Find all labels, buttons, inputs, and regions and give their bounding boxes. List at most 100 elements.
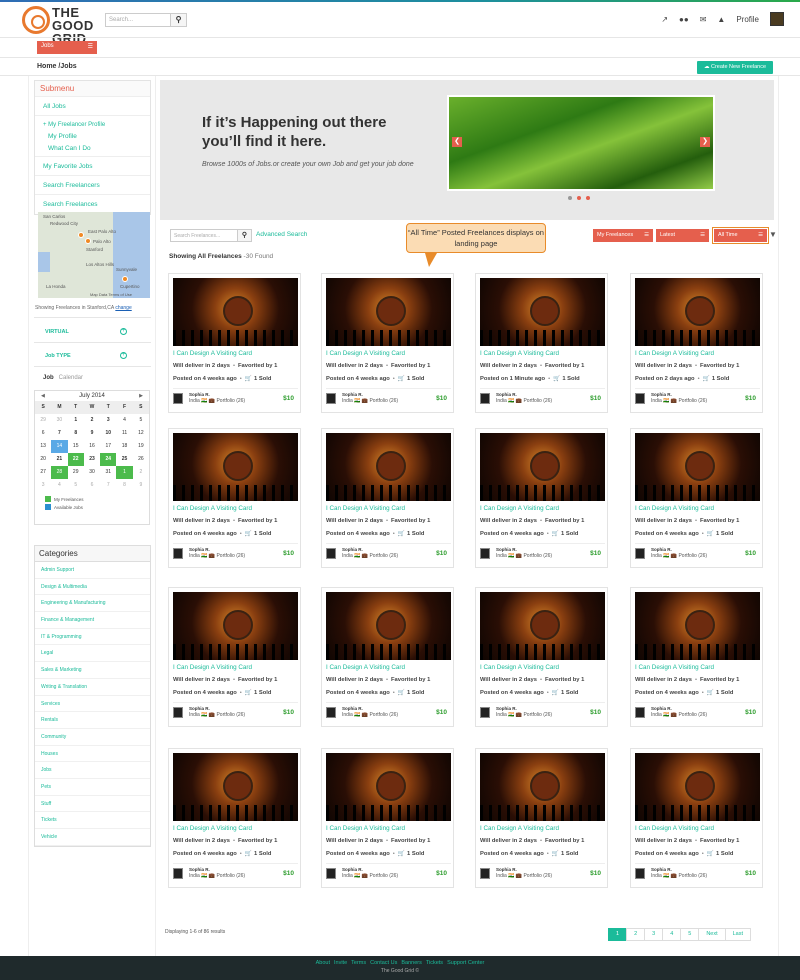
next-month-icon[interactable]: ▶ bbox=[139, 393, 143, 399]
seller-name[interactable]: Sophia R. bbox=[496, 867, 517, 872]
prev-month-icon[interactable]: ◀ bbox=[41, 393, 45, 399]
map-pin-icon[interactable] bbox=[78, 232, 84, 238]
slider-dot[interactable] bbox=[568, 196, 572, 200]
category-item[interactable]: Services bbox=[35, 696, 150, 713]
seller-avatar[interactable] bbox=[326, 868, 336, 879]
calendar-day[interactable]: 12 bbox=[133, 427, 149, 440]
calendar-day[interactable]: 5 bbox=[133, 414, 149, 427]
card-image[interactable] bbox=[326, 753, 451, 821]
category-item[interactable]: Design & Multimedia bbox=[35, 579, 150, 596]
card-image[interactable] bbox=[635, 278, 760, 346]
header-search[interactable]: Search... ⚲ bbox=[105, 13, 187, 27]
sidebar-item-search-freelancers[interactable]: Search Freelancers bbox=[35, 176, 150, 195]
seller-avatar[interactable] bbox=[326, 548, 336, 559]
slider-dot[interactable] bbox=[586, 196, 590, 200]
search-icon[interactable]: ⚲ bbox=[237, 230, 251, 241]
card-image[interactable] bbox=[173, 753, 298, 821]
footer-link[interactable]: Support Center bbox=[447, 960, 484, 966]
calendar-day[interactable]: 29 bbox=[68, 466, 84, 479]
category-item[interactable]: Legal bbox=[35, 645, 150, 663]
calendar-day[interactable]: 7 bbox=[51, 427, 67, 440]
calendar-day[interactable]: 3 bbox=[100, 414, 116, 427]
seller-name[interactable]: Sophia R. bbox=[651, 867, 672, 872]
calendar-day[interactable]: 15 bbox=[68, 440, 84, 453]
card-image[interactable] bbox=[326, 592, 451, 660]
page-button[interactable]: Next bbox=[698, 928, 726, 941]
card-image[interactable] bbox=[635, 592, 760, 660]
calendar-day[interactable]: 14 bbox=[51, 440, 68, 453]
job-calendar-toggle[interactable]: Job Calendar bbox=[43, 375, 83, 381]
freelance-card[interactable]: I Can Design A Visiting Card Will deliver… bbox=[168, 273, 301, 413]
calendar-day[interactable]: 18 bbox=[116, 440, 132, 453]
card-title[interactable]: I Can Design A Visiting Card bbox=[326, 664, 405, 671]
category-item[interactable]: Finance & Management bbox=[35, 612, 150, 629]
card-title[interactable]: I Can Design A Visiting Card bbox=[326, 825, 405, 832]
category-item[interactable]: Houses bbox=[35, 746, 150, 763]
card-title[interactable]: I Can Design A Visiting Card bbox=[480, 505, 559, 512]
jobs-menu-button[interactable]: Jobs ☰ bbox=[37, 41, 97, 54]
calendar-day[interactable]: 26 bbox=[133, 453, 149, 466]
category-item[interactable]: Pets bbox=[35, 779, 150, 796]
calendar-day[interactable]: 8 bbox=[68, 427, 84, 440]
sidebar-item-all-jobs[interactable]: All Jobs bbox=[35, 97, 150, 116]
seller-name[interactable]: Sophia R. bbox=[342, 867, 363, 872]
footer-link[interactable]: About bbox=[316, 960, 330, 966]
card-image[interactable] bbox=[173, 433, 298, 501]
calendar-day[interactable]: 10 bbox=[100, 427, 116, 440]
card-image[interactable] bbox=[635, 753, 760, 821]
seller-name[interactable]: Sophia R. bbox=[496, 392, 517, 397]
job-toggle[interactable]: Job bbox=[43, 375, 54, 381]
page-button[interactable]: Last bbox=[724, 928, 752, 941]
seller-avatar[interactable] bbox=[480, 707, 490, 718]
logo[interactable]: THE GOOD GRID bbox=[22, 6, 97, 45]
freelance-card[interactable]: I Can Design A Visiting Card Will deliver… bbox=[168, 587, 301, 727]
calendar-day[interactable]: 3 bbox=[35, 479, 51, 492]
page-button[interactable]: 3 bbox=[644, 928, 664, 941]
freelance-card[interactable]: I Can Design A Visiting Card Will deliver… bbox=[630, 587, 763, 727]
calendar-day[interactable]: 2 bbox=[133, 466, 149, 479]
my-freelances-dropdown[interactable]: My Freelances ☰ bbox=[593, 229, 653, 242]
seller-avatar[interactable] bbox=[480, 393, 490, 404]
seller-name[interactable]: Sophia R. bbox=[342, 392, 363, 397]
seller-avatar[interactable] bbox=[635, 548, 645, 559]
freelance-search[interactable]: Search Freelances... ⚲ bbox=[170, 229, 252, 242]
freelance-card[interactable]: I Can Design A Visiting Card Will deliver… bbox=[168, 748, 301, 888]
card-image[interactable] bbox=[173, 278, 298, 346]
sidebar-item-freelancer-profile[interactable]: + My Freelancer Profile bbox=[35, 116, 150, 131]
calendar-day[interactable]: 4 bbox=[51, 479, 67, 492]
category-item[interactable]: Engineering & Manufacturing bbox=[35, 595, 150, 613]
map-pin-icon[interactable] bbox=[122, 276, 128, 282]
seller-avatar[interactable] bbox=[635, 707, 645, 718]
slider-dot-active[interactable] bbox=[577, 196, 581, 200]
card-title[interactable]: I Can Design A Visiting Card bbox=[635, 505, 714, 512]
seller-name[interactable]: Sophia R. bbox=[342, 547, 363, 552]
sidebar-item-my-profile[interactable]: My Profile bbox=[35, 131, 150, 143]
calendar-day[interactable]: 4 bbox=[116, 414, 132, 427]
calendar-day[interactable]: 9 bbox=[133, 479, 149, 492]
card-title[interactable]: I Can Design A Visiting Card bbox=[173, 664, 252, 671]
sidebar-item-favorite-jobs[interactable]: My Favorite Jobs bbox=[35, 157, 150, 176]
map-pin-icon[interactable] bbox=[85, 238, 91, 244]
freelance-card[interactable]: I Can Design A Visiting Card Will deliver… bbox=[630, 273, 763, 413]
footer-link[interactable]: Terms bbox=[351, 960, 366, 966]
breadcrumb[interactable]: Home /Jobs bbox=[37, 63, 77, 70]
calendar-day[interactable]: 6 bbox=[35, 427, 51, 440]
calendar-day[interactable]: 16 bbox=[84, 440, 100, 453]
time-filter-dropdown[interactable]: All Time ☰ bbox=[712, 227, 769, 244]
avatar[interactable] bbox=[770, 12, 784, 26]
seller-avatar[interactable] bbox=[173, 868, 183, 879]
calendar-day[interactable]: 27 bbox=[35, 466, 51, 479]
calendar-day[interactable]: 29 bbox=[35, 414, 51, 427]
calendar-day[interactable]: 24 bbox=[100, 453, 117, 466]
footer-link[interactable]: Tickets bbox=[426, 960, 443, 966]
calendar-day[interactable]: 31 bbox=[100, 466, 116, 479]
card-image[interactable] bbox=[480, 592, 605, 660]
search-icon[interactable]: ⚲ bbox=[170, 14, 186, 26]
category-item[interactable]: Admin Support bbox=[35, 562, 150, 579]
calendar-day[interactable]: 28 bbox=[51, 466, 68, 479]
search-input[interactable]: Search... bbox=[106, 14, 170, 26]
card-title[interactable]: I Can Design A Visiting Card bbox=[480, 664, 559, 671]
category-item[interactable]: Stuff bbox=[35, 796, 150, 813]
page-button[interactable]: 2 bbox=[626, 928, 646, 941]
card-title[interactable]: I Can Design A Visiting Card bbox=[635, 350, 714, 357]
